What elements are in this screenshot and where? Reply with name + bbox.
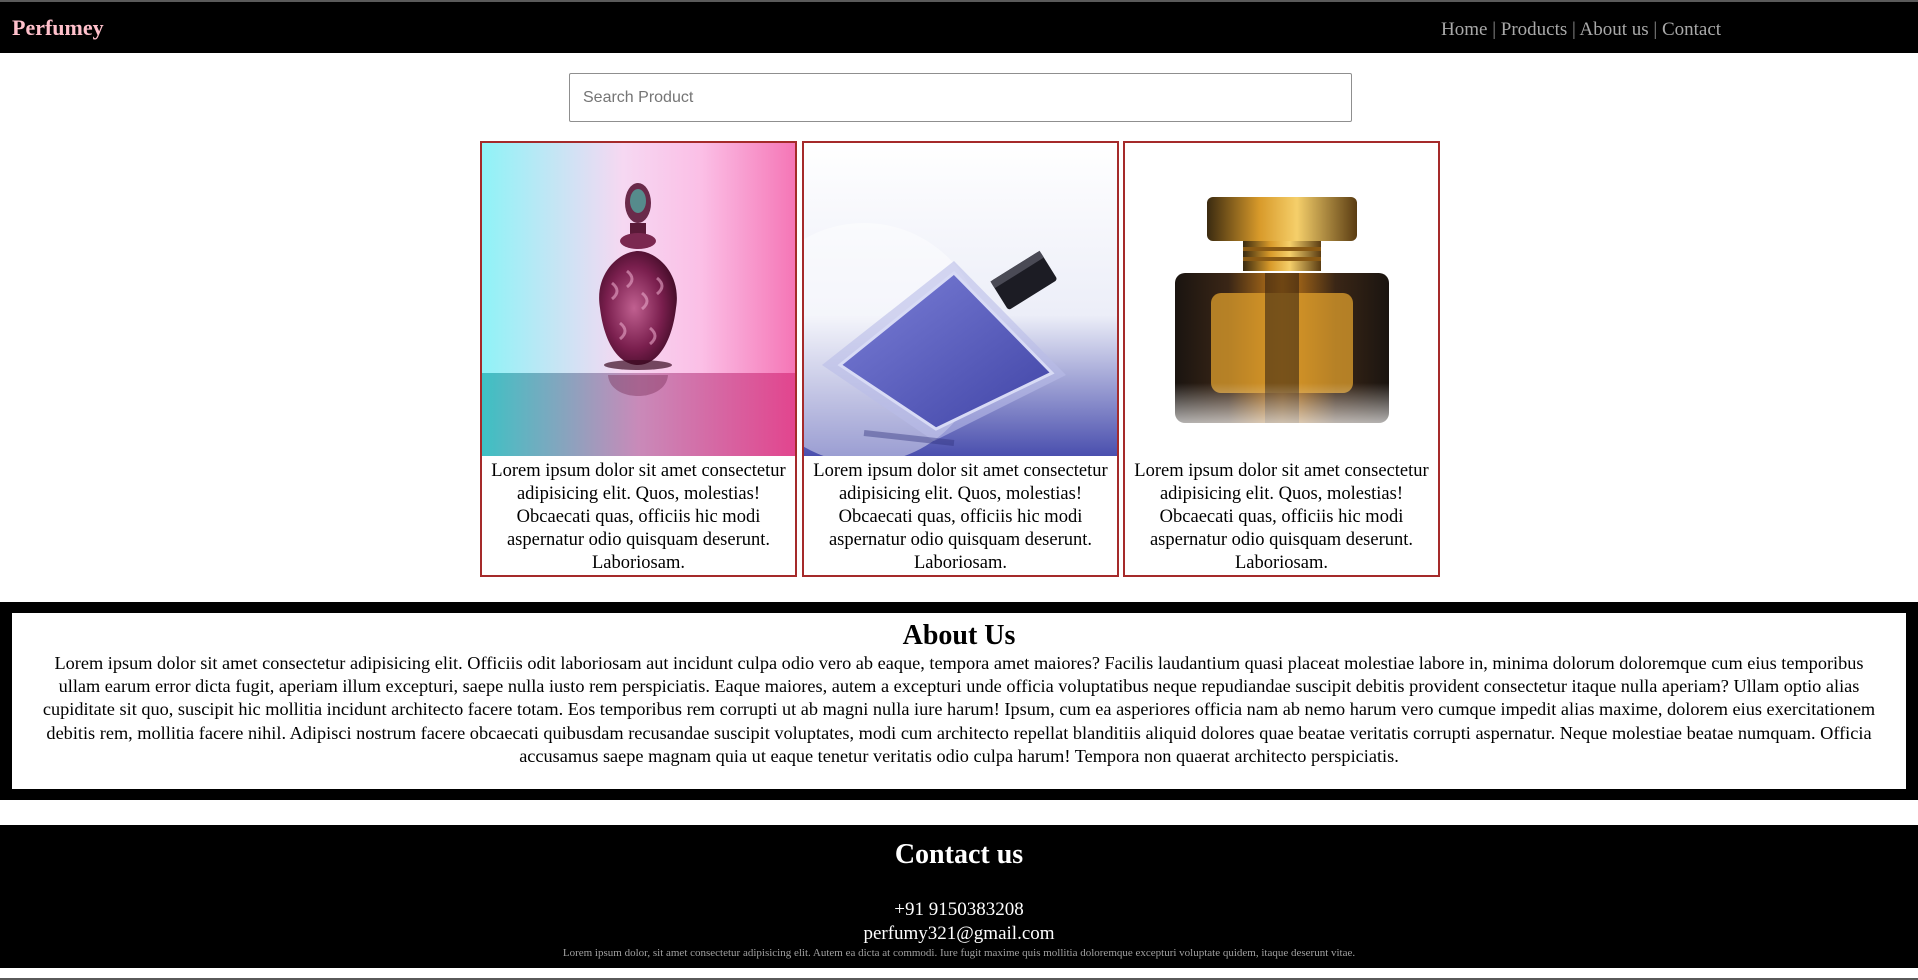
contact-section: Contact us +91 9150383208 perfumy321@gma… (0, 825, 1918, 968)
pink-teal-glass-perfume-bottle-icon (482, 143, 795, 456)
amber-perfume-bottle-gold-cap-icon (1125, 143, 1438, 456)
contact-phone[interactable]: +91 9150383208 (0, 899, 1918, 921)
contact-email[interactable]: perfumy321@gmail.com (0, 923, 1918, 945)
nav-separator: | (1572, 19, 1576, 40)
product-card[interactable]: Lorem ipsum dolor sit amet consectetur a… (480, 141, 797, 577)
product-description: Lorem ipsum dolor sit amet consectetur a… (491, 461, 786, 573)
product-grid: Lorem ipsum dolor sit amet consectetur a… (480, 141, 1440, 577)
product-image-pink-bottle[interactable] (482, 143, 795, 456)
about-section: About Us Lorem ipsum dolor sit amet cons… (0, 602, 1918, 800)
nav-link-home[interactable]: Home (1441, 19, 1487, 40)
contact-title: Contact us (894, 839, 1024, 870)
contact-note: Lorem ipsum dolor, sit amet consectetur … (562, 947, 1356, 959)
blue-tilted-perfume-bottle-icon (804, 143, 1117, 456)
product-card[interactable]: Lorem ipsum dolor sit amet consectetur a… (802, 141, 1119, 577)
nav-menu: Home | Products | About us | Contact (1441, 19, 1721, 41)
about-panel: About Us Lorem ipsum dolor sit amet cons… (12, 613, 1906, 789)
nav-separator: | (1653, 19, 1658, 40)
about-text: Lorem ipsum dolor sit amet consectetur a… (42, 653, 1876, 766)
nav-link-about[interactable]: About us (1580, 19, 1649, 40)
nav-separator: | (1492, 19, 1496, 40)
product-card[interactable]: Lorem ipsum dolor sit amet consectetur a… (1123, 141, 1440, 577)
product-image-amber-bottle[interactable] (1125, 143, 1438, 456)
product-image-blue-bottle[interactable] (804, 143, 1117, 456)
product-description: Lorem ipsum dolor sit amet consectetur a… (813, 461, 1108, 573)
about-title: About Us (902, 620, 1016, 651)
nav-link-products[interactable]: Products (1501, 19, 1568, 40)
search-input[interactable] (569, 73, 1352, 122)
product-description: Lorem ipsum dolor sit amet consectetur a… (1134, 461, 1429, 573)
navbar: Perfumey Home | Products | About us | Co… (0, 2, 1918, 53)
brand-logo[interactable]: Perfumey (12, 16, 104, 40)
nav-link-contact[interactable]: Contact (1662, 19, 1721, 40)
